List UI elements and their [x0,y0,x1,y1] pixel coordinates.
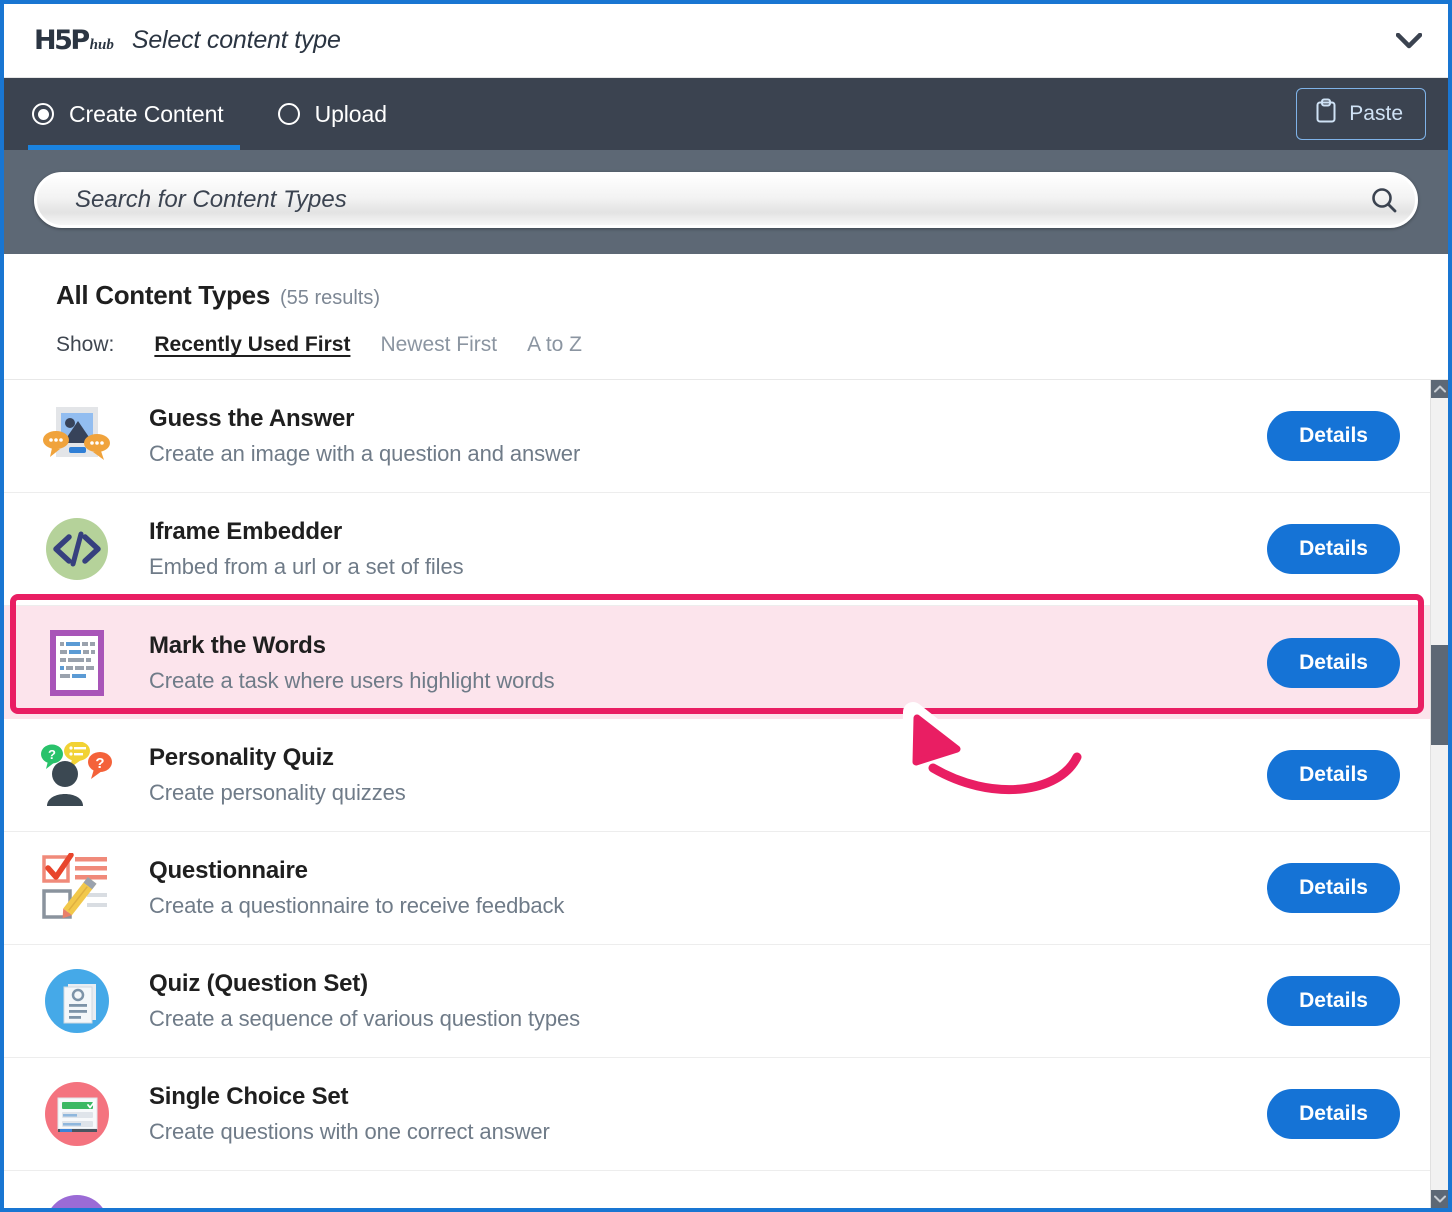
clipboard-icon [1315,98,1337,130]
personality-quiz-icon: ? ? [4,742,149,808]
scrollbar-thumb[interactable] [1431,645,1448,745]
list-item-text: Guess the Answer Create an image with a … [149,405,1267,467]
quiz-question-set-icon [4,968,149,1034]
content-type-name: Single Choice Set [149,1083,349,1110]
list-item[interactable]: Quiz (Question Set) Create a sequence of… [4,945,1430,1058]
list-item-text: Iframe Embedder Embed from a url or a se… [149,518,1267,580]
h5p-logo-text: H5P [34,25,90,56]
mark-the-words-icon [4,628,149,698]
dialog-titlebar: H5P hub Select content type [4,4,1448,78]
scroll-up-button[interactable] [1431,380,1448,398]
list-item[interactable]: ? ? Personality Quiz Create personality … [4,719,1430,832]
list-item-text: Single Choice Set Create questions with … [149,1083,1267,1145]
sort-option-newest[interactable]: Newest First [380,333,497,357]
tab-create-content-label: Create Content [69,100,224,127]
list-scrollbar[interactable] [1430,380,1448,1208]
sort-label: Show: [56,333,115,356]
chevron-down-icon[interactable] [1392,24,1426,58]
questionnaire-icon [4,853,149,923]
h5p-hub-logo: H5P hub [34,25,114,56]
svg-text:?: ? [95,755,104,772]
svg-text:?: ? [48,747,56,762]
content-type-description: Create a sequence of various question ty… [149,1006,581,1031]
radio-unselected-icon [277,103,300,125]
details-button[interactable]: Details [1267,524,1400,574]
single-choice-set-icon [4,1081,149,1147]
list-item[interactable]: Guess the Answer Create an image with a … [4,380,1430,493]
results-title: All Content Types [56,280,270,310]
results-count: (55 results) [279,287,381,309]
content-type-name: Guess the Answer [149,405,355,432]
list-item-mark-the-words[interactable]: Mark the Words Create a task where users… [4,606,1430,719]
list-item-text: Quiz (Question Set) Create a sequence of… [149,970,1267,1032]
details-button[interactable]: Details [1267,750,1400,800]
content-type-name: Quiz (Question Set) [149,970,368,997]
list-item[interactable]: Questionnaire Create a questionnaire to … [4,832,1430,945]
list-item[interactable]: Iframe Embedder Embed from a url or a se… [4,493,1430,606]
list-item-text: Mark the Words Create a task where users… [149,632,1267,694]
content-type-list: Guess the Answer Create an image with a … [4,380,1430,1208]
radio-selected-icon [32,103,54,125]
details-button[interactable]: Details [1267,637,1400,688]
results-header: All Content Types (55 results) Show: Rec… [4,254,1448,380]
h5p-hub-dialog: H5P hub Select content type Create Conte… [0,0,1452,1212]
iframe-embedder-icon [4,517,149,581]
search-icon[interactable] [1353,175,1415,225]
content-type-description: Create an image with a question and answ… [149,441,581,466]
tab-upload-label: Upload [314,100,387,127]
content-type-name: Personality Quiz [149,744,334,771]
search-pill [34,172,1418,228]
sort-option-a-to-z[interactable]: A to Z [527,333,582,357]
content-type-description: Create a questionnaire to receive feedba… [149,893,565,918]
page-title: Select content type [131,26,341,54]
search-input[interactable] [37,175,1353,225]
content-type-description: Create personality quizzes [149,780,406,805]
content-type-description: Create a task where users highlight word… [149,667,555,693]
content-type-list-region: Guess the Answer Create an image with a … [4,380,1448,1208]
search-section [4,150,1448,254]
mode-toolbar: Create Content Upload Paste [4,78,1448,150]
sort-row: Show: Recently Used First Newest First A… [56,333,1418,357]
content-type-name: Iframe Embedder [149,518,343,545]
hub-logo-text: hub [89,37,114,53]
content-type-description: Create questions with one correct answer [149,1119,550,1144]
details-button[interactable]: Details [1267,411,1400,461]
scroll-down-button[interactable] [1431,1190,1448,1208]
details-button[interactable]: Details [1267,976,1400,1026]
mode-radio-group: Create Content Upload [4,78,413,150]
sort-option-recently-used[interactable]: Recently Used First [154,333,350,357]
list-item-text: Personality Quiz Create personality quiz… [149,744,1267,806]
details-button[interactable]: Details [1267,863,1400,913]
details-button[interactable]: Details [1267,1089,1400,1139]
tab-upload[interactable]: Upload [250,78,413,150]
paste-button[interactable]: Paste [1296,88,1426,140]
next-content-type-icon [4,1194,149,1208]
list-item[interactable] [4,1171,1430,1208]
tab-create-content[interactable]: Create Content [4,78,250,150]
content-type-name: Questionnaire [149,857,308,884]
content-type-name: Mark the Words [149,631,326,659]
paste-button-label: Paste [1349,102,1403,125]
list-item[interactable]: Single Choice Set Create questions with … [4,1058,1430,1171]
results-title-row: All Content Types (55 results) [56,280,1418,311]
content-type-description: Embed from a url or a set of files [149,554,464,579]
guess-the-answer-icon [4,405,149,467]
list-item-text: Questionnaire Create a questionnaire to … [149,857,1267,919]
